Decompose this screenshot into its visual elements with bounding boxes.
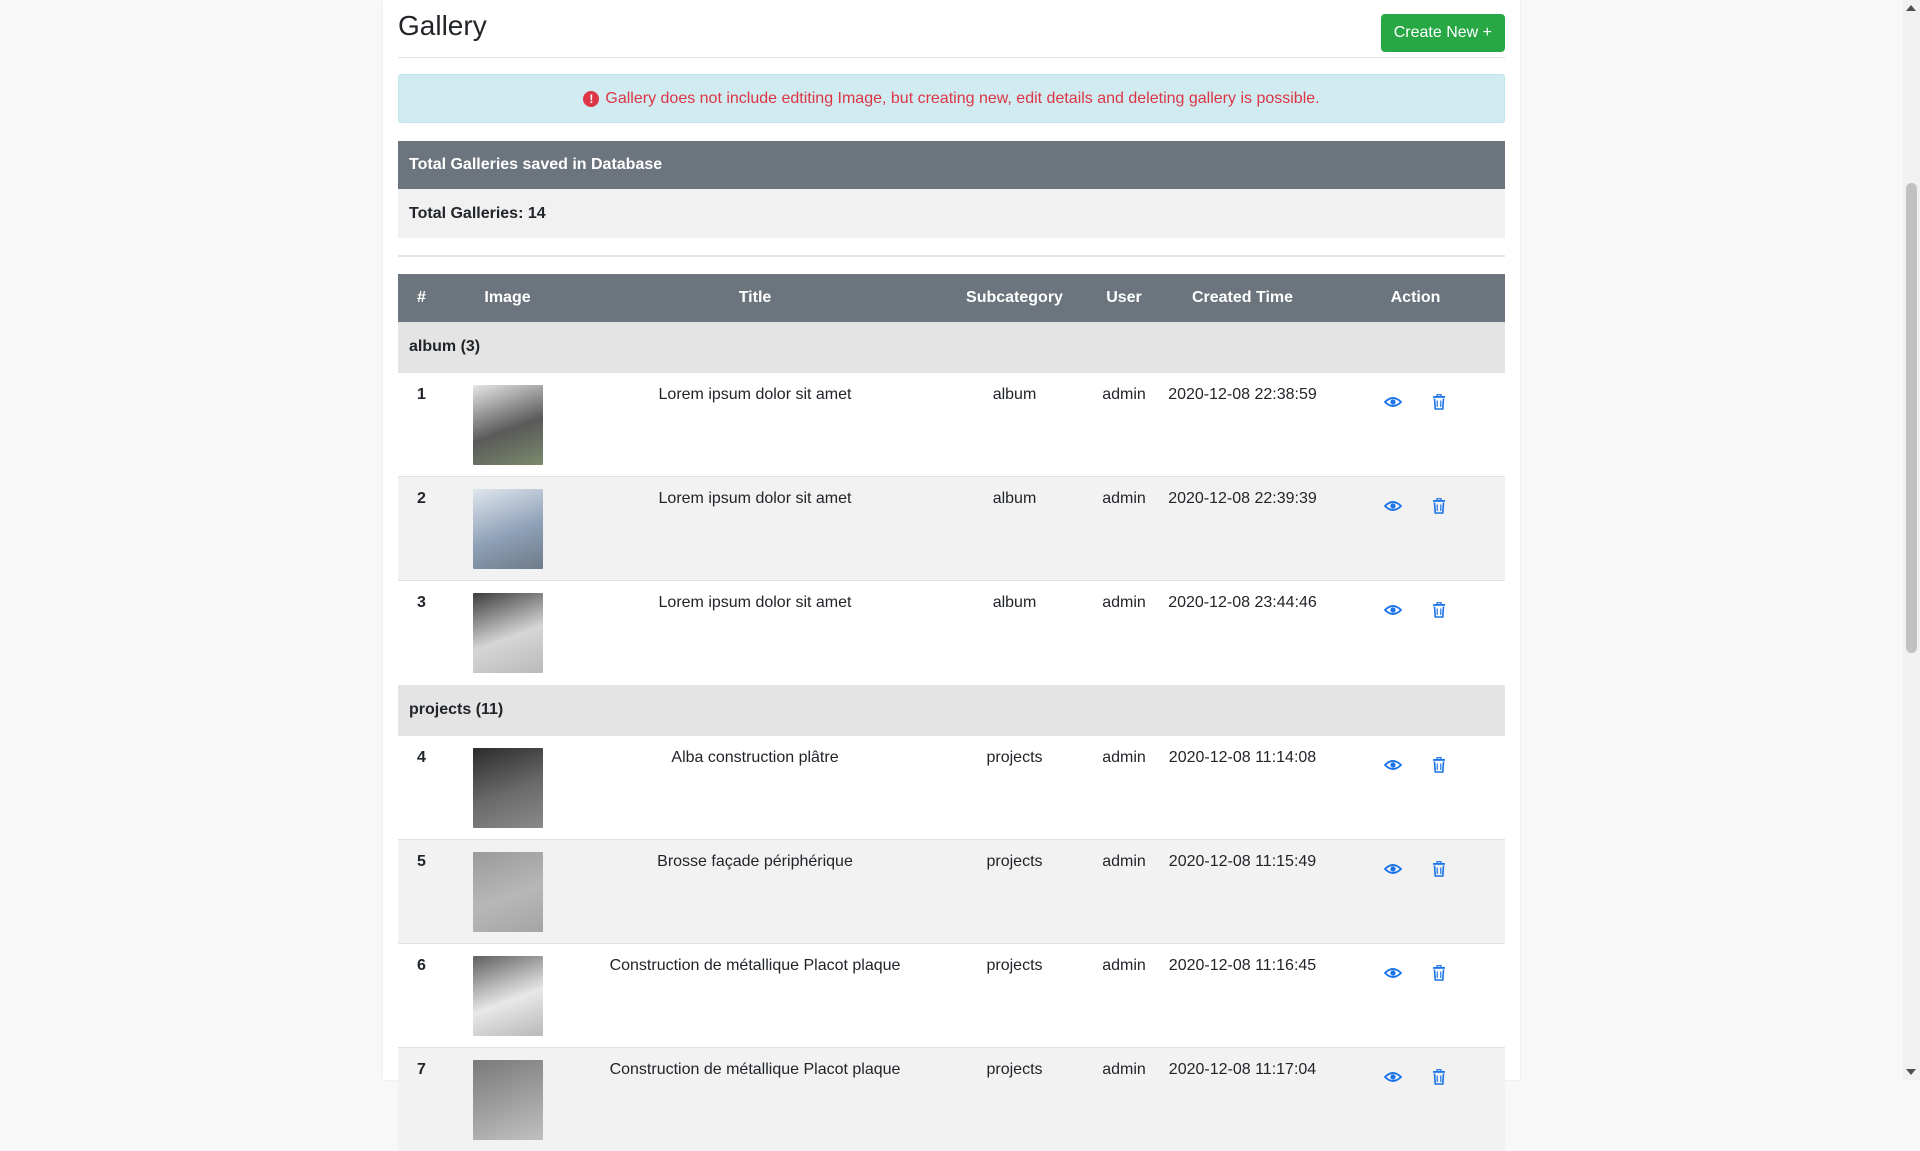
create-new-button[interactable]: Create New + [1380,14,1505,52]
row-title: Lorem ipsum dolor sit amet [570,476,940,581]
trash-icon[interactable] [1429,1067,1449,1087]
row-user: admin [1089,838,1159,943]
gallery-table: # Image Title Subcategory User Created T… [398,274,1505,1151]
table-row: 5 Brosse façade périphérique projects admin… [398,838,1505,943]
trash-icon[interactable] [1429,963,1449,983]
row-user: admin [1089,942,1159,1047]
row-created-time: 2020-12-08 11:14:08 [1159,734,1326,839]
row-title: Lorem ipsum dolor sit amet [570,580,940,685]
row-user: admin [1089,734,1159,839]
row-created-time: 2020-12-08 23:44:46 [1159,580,1326,685]
row-actions [1326,580,1505,685]
row-number: 3 [398,580,445,685]
row-number: 5 [398,838,445,943]
row-subcategory: projects [940,942,1089,1047]
row-number: 2 [398,476,445,581]
column-header-subcategory: Subcategory [940,274,1089,322]
row-title: Lorem ipsum dolor sit amet [570,372,940,477]
row-actions [1326,734,1505,839]
table-row: 3 Lorem ipsum dolor sit amet album admin 202… [398,580,1505,685]
trash-icon[interactable] [1429,755,1449,775]
gallery-thumbnail[interactable] [472,747,543,828]
row-actions [1326,942,1505,1047]
alert-text: Gallery does not include edtiting Image,… [605,89,1320,107]
row-title: Brosse façade périphérique [570,838,940,943]
column-header-created-time: Created Time [1159,274,1326,322]
table-row: 1 Lorem ipsum dolor sit amet album admin 202… [398,372,1505,477]
divider [398,255,1505,257]
table-row: 6 Construction de métallique Placot plaqu… [398,942,1505,1047]
row-number: 7 [398,1046,445,1151]
info-alert: ! Gallery does not include edtiting Imag… [398,74,1505,123]
trash-icon[interactable] [1429,600,1449,620]
column-header-action: Action [1326,274,1505,322]
eye-icon[interactable] [1383,1067,1403,1087]
eye-icon[interactable] [1383,496,1403,516]
row-subcategory: album [940,580,1089,685]
gallery-thumbnail[interactable] [472,489,543,569]
row-user: admin [1089,1046,1159,1151]
trash-icon[interactable] [1429,496,1449,516]
eye-icon[interactable] [1383,392,1403,412]
row-number: 1 [398,372,445,477]
gallery-thumbnail[interactable] [472,385,543,465]
gallery-thumbnail[interactable] [472,955,543,1036]
row-subcategory: projects [940,734,1089,839]
row-actions [1326,1046,1505,1151]
page-header: Gallery Create New + [398,0,1505,58]
column-header-image: Image [445,274,570,322]
eye-icon[interactable] [1383,600,1403,620]
main-container: Gallery Create New + ! Gallery does not … [383,0,1520,1151]
row-title: Alba construction plâtre [570,734,940,839]
row-created-time: 2020-12-08 22:39:39 [1159,476,1326,581]
row-user: admin [1089,476,1159,581]
eye-icon[interactable] [1383,859,1403,879]
row-user: admin [1089,372,1159,477]
column-header-number: # [398,274,445,322]
table-row: 7 Construction de métallique Placot plaqu… [398,1046,1505,1151]
row-created-time: 2020-12-08 22:38:59 [1159,372,1326,477]
column-header-title: Title [570,274,940,322]
exclamation-circle-icon: ! [583,90,600,107]
row-created-time: 2020-12-08 11:17:04 [1159,1046,1326,1151]
gallery-thumbnail[interactable] [472,593,543,673]
trash-icon[interactable] [1429,392,1449,412]
trash-icon[interactable] [1429,859,1449,879]
table-row: 4 Alba construction plâtre projects admin 20… [398,734,1505,839]
row-number: 6 [398,942,445,1047]
group-label: album (3) [398,322,1505,373]
row-number: 4 [398,734,445,839]
row-subcategory: projects [940,838,1089,943]
row-actions [1326,838,1505,943]
row-created-time: 2020-12-08 11:15:49 [1159,838,1326,943]
group-row: album (3) [398,322,1505,373]
summary-heading: Total Galleries saved in Database [398,141,1505,189]
total-galleries: Total Galleries: 14 [398,189,1505,238]
gallery-thumbnail[interactable] [472,851,543,932]
row-title: Construction de métallique Placot plaque [570,942,940,1047]
row-actions [1326,372,1505,477]
scrollbar-thumb[interactable] [1906,183,1917,653]
column-header-user: User [1089,274,1159,322]
row-user: admin [1089,580,1159,685]
row-subcategory: album [940,476,1089,581]
row-title: Construction de métallique Placot plaque [570,1046,940,1151]
row-subcategory: album [940,372,1089,477]
eye-icon[interactable] [1383,755,1403,775]
group-row: projects (11) [398,684,1505,735]
row-actions [1326,476,1505,581]
row-created-time: 2020-12-08 11:16:45 [1159,942,1326,1047]
gallery-thumbnail[interactable] [472,1059,543,1140]
table-header-row: # Image Title Subcategory User Created T… [398,274,1505,322]
table-row: 2 Lorem ipsum dolor sit amet album admin 202… [398,476,1505,581]
scroll-down-arrow[interactable] [1906,1069,1916,1075]
row-subcategory: projects [940,1046,1089,1151]
page-title: Gallery [398,10,487,41]
eye-icon[interactable] [1383,963,1403,983]
group-label: projects (11) [398,684,1505,735]
vertical-scrollbar[interactable] [1903,0,1920,1080]
scroll-up-arrow[interactable] [1906,5,1916,11]
